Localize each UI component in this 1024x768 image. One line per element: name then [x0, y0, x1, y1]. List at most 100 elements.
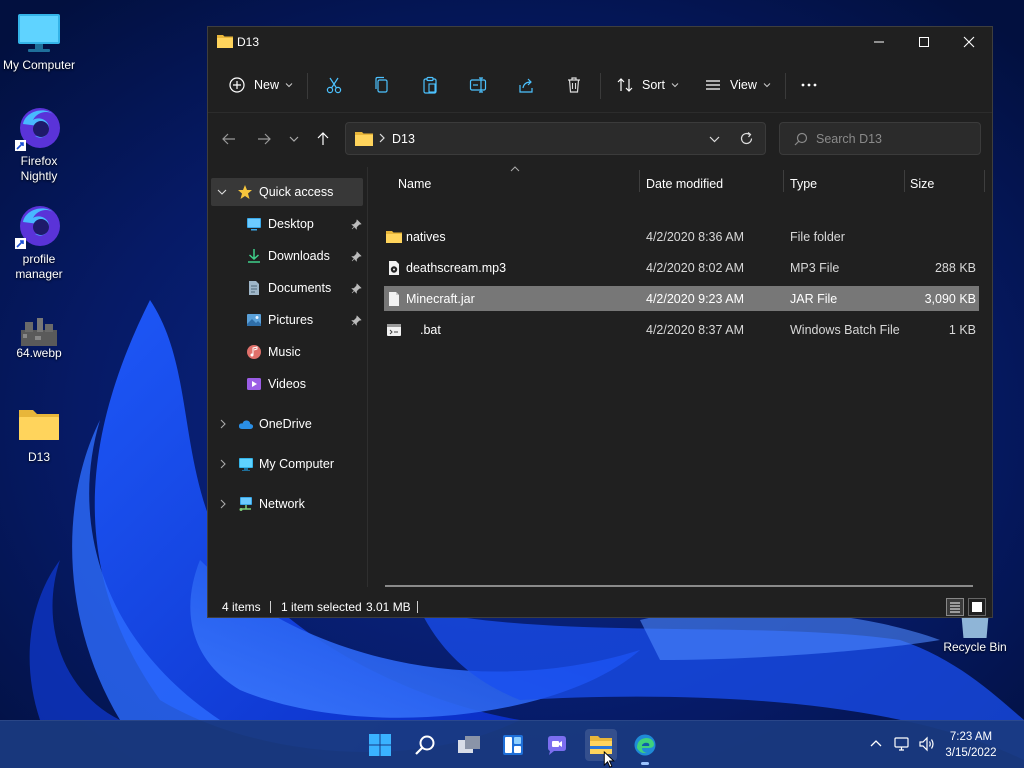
network-status-icon[interactable] [893, 735, 911, 753]
search-icon [794, 132, 808, 146]
chevron-right-icon [379, 133, 385, 143]
nav-item-my-computer[interactable]: My Computer [208, 450, 364, 478]
rename-icon [469, 77, 487, 93]
arrow-right-icon [258, 133, 271, 145]
desktop-icon-64-webp[interactable]: 64.webp [0, 304, 78, 361]
star-icon [237, 184, 253, 200]
nav-item-documents[interactable]: Documents [208, 274, 364, 302]
pin-icon [351, 315, 362, 326]
address-bar[interactable]: D13 [345, 122, 766, 155]
pin-icon [351, 219, 362, 230]
column-header-date[interactable]: Date modified [646, 170, 723, 198]
file-row-bat[interactable]: .bat 4/2/2020 8:37 AM Windows Batch File… [384, 317, 979, 342]
search-input[interactable] [816, 129, 971, 149]
copy-button[interactable] [373, 71, 391, 99]
edge-taskbar-button[interactable] [629, 729, 661, 765]
nav-item-onedrive[interactable]: OneDrive [208, 410, 364, 438]
chevron-right-icon[interactable] [218, 419, 228, 429]
mouse-cursor-icon [603, 751, 615, 768]
column-header-type[interactable]: Type [790, 170, 817, 198]
pin-icon [351, 283, 362, 294]
arrow-left-icon [222, 133, 235, 145]
chevron-right-icon[interactable] [218, 499, 228, 509]
nav-item-quick-access[interactable]: Quick access [211, 178, 363, 206]
column-divider[interactable] [904, 170, 905, 192]
file-row-minecraft-jar[interactable]: Minecraft.jar 4/2/2020 9:23 AM JAR File … [384, 286, 979, 311]
chevron-down-icon[interactable] [709, 134, 720, 144]
desktop-icon-profile-manager[interactable]: profile manager [0, 202, 78, 282]
cut-button[interactable] [325, 71, 343, 99]
desktop-icon-d13-folder[interactable]: D13 [0, 400, 78, 465]
search-icon [415, 735, 435, 755]
chevron-right-icon[interactable] [218, 459, 228, 469]
widgets-button[interactable] [497, 729, 529, 761]
nav-item-network[interactable]: Network [208, 490, 364, 518]
system-clock[interactable]: 7:23 AM 3/15/2022 [940, 729, 1002, 761]
widgets-icon [503, 735, 523, 755]
chat-button[interactable] [541, 729, 573, 761]
paste-button[interactable] [421, 71, 439, 99]
maximize-icon [919, 37, 929, 47]
item-count: 4 items [222, 600, 261, 614]
file-icon [386, 291, 402, 307]
up-button[interactable] [313, 129, 333, 149]
share-button[interactable] [517, 71, 535, 99]
file-row-deathscream-mp3[interactable]: deathscream.mp3 4/2/2020 8:02 AM MP3 Fil… [384, 255, 979, 280]
close-button[interactable] [946, 27, 992, 57]
status-bar: 4 items 1 item selected 3.01 MB [208, 595, 992, 619]
view-button[interactable]: View [704, 71, 771, 99]
title-bar[interactable]: D13 [208, 27, 992, 57]
refresh-icon[interactable] [739, 131, 754, 146]
rename-button[interactable] [469, 71, 487, 99]
nav-item-pictures[interactable]: Pictures [208, 306, 364, 334]
nav-item-videos[interactable]: Videos [208, 370, 364, 398]
sort-ascending-icon [510, 166, 520, 172]
image-file-icon [21, 318, 57, 346]
firefox-nightly-icon [15, 108, 60, 151]
nav-item-desktop[interactable]: Desktop [208, 210, 364, 238]
chevron-up-icon[interactable] [867, 735, 885, 753]
start-button[interactable] [364, 729, 396, 761]
new-button[interactable]: New [228, 71, 293, 99]
column-divider[interactable] [639, 170, 640, 192]
task-view-button[interactable] [453, 729, 485, 761]
volume-icon[interactable] [918, 735, 936, 753]
task-view-icon [458, 736, 480, 753]
file-row-natives[interactable]: natives 4/2/2020 8:36 AM File folder [384, 224, 979, 249]
column-header-name[interactable]: Name [398, 170, 431, 198]
chevron-down-icon[interactable] [217, 187, 227, 197]
recent-locations-button[interactable] [284, 129, 304, 149]
more-icon [801, 83, 817, 87]
taskbar-search-button[interactable] [409, 729, 441, 761]
address-path[interactable]: D13 [392, 132, 415, 146]
maximize-button[interactable] [901, 27, 947, 57]
plus-circle-icon [229, 77, 245, 93]
folder-icon [217, 35, 233, 48]
column-divider[interactable] [783, 170, 784, 192]
desktop-icon-my-computer[interactable]: My Computer [0, 8, 78, 73]
close-icon [963, 36, 975, 48]
more-options-button[interactable] [800, 71, 818, 99]
toolbar-separator [307, 73, 308, 99]
taskbar: 7:23 AM 3/15/2022 [0, 720, 1024, 768]
details-view-button[interactable] [946, 598, 964, 616]
copy-icon [375, 76, 388, 93]
desktop-icon-firefox-nightly[interactable]: Firefox Nightly [0, 104, 78, 184]
sort-button[interactable]: Sort [616, 71, 679, 99]
nav-item-downloads[interactable]: Downloads [208, 242, 364, 270]
forward-button[interactable] [254, 129, 274, 149]
delete-button[interactable] [565, 71, 583, 99]
list-view-icon [706, 80, 720, 90]
details-view-icon [950, 602, 960, 613]
column-header-size[interactable]: Size [910, 170, 934, 198]
chevron-down-icon [671, 83, 679, 88]
cloud-icon [238, 416, 254, 432]
nav-item-music[interactable]: Music [208, 338, 364, 366]
back-button[interactable] [219, 129, 239, 149]
column-divider[interactable] [984, 170, 985, 192]
large-icons-view-button[interactable] [968, 598, 986, 616]
scissors-icon [326, 77, 342, 94]
minimize-button[interactable] [856, 27, 902, 57]
horizontal-scrollbar[interactable] [385, 585, 973, 587]
search-box[interactable] [779, 122, 981, 155]
